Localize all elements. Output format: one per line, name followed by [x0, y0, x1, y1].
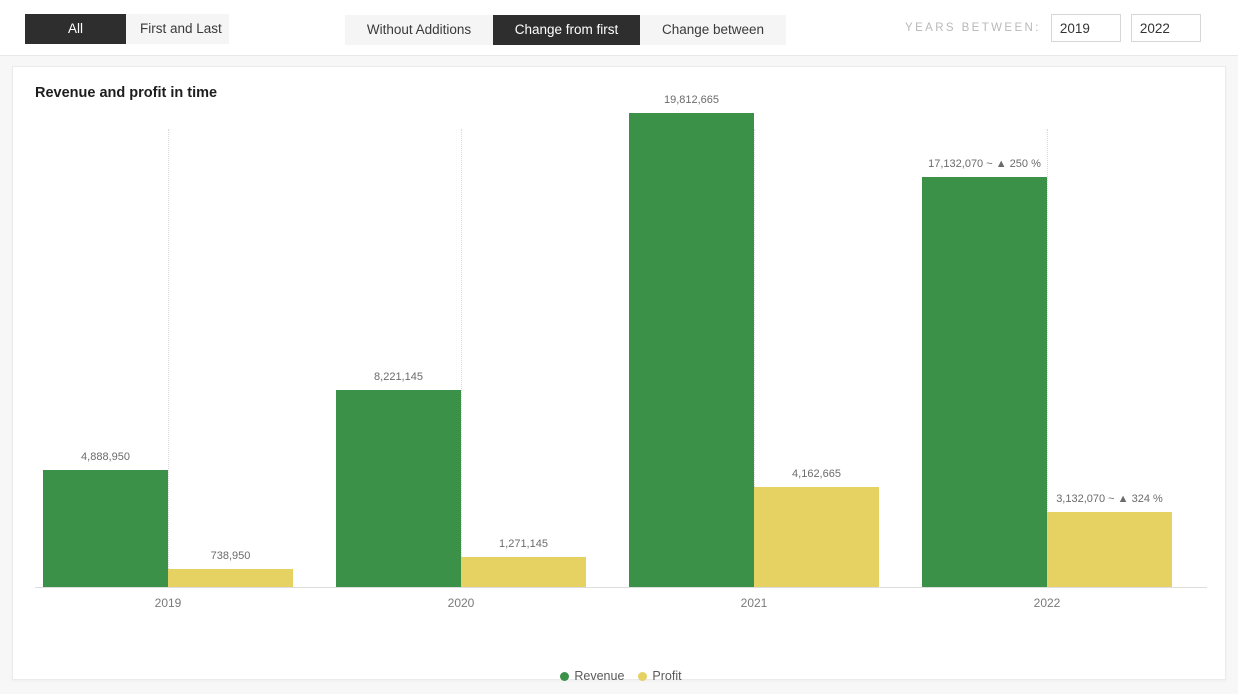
x-axis-tick-2019: 2019 [154, 596, 182, 610]
scope-option-first-and-last[interactable]: First and Last [126, 14, 229, 44]
mode-toggle-group: Without Additions Change from first Chan… [345, 15, 786, 45]
year-from-input[interactable] [1050, 14, 1121, 42]
chart-plot-area: 4,888,950 738,950 2019 8,221,145 1,271,145 20… [35, 94, 1207, 651]
x-axis-tick-2021: 2021 [740, 596, 768, 610]
bar-revenue-2022[interactable] [922, 177, 1047, 587]
years-between-filter: YEARS BETWEEN: [905, 14, 1201, 42]
card-title: Revenue and profit in time [35, 85, 218, 101]
year-to-input[interactable] [1130, 14, 1201, 42]
legend-item-revenue[interactable]: Revenue [560, 669, 624, 683]
bar-column-profit: 4,162,665 [754, 113, 879, 587]
legend-swatch-revenue-icon [560, 671, 570, 681]
bar-value-label: 8,221,145 [374, 371, 423, 383]
bar-group: 8,221,145 1,271,145 2020 [336, 113, 586, 610]
bar-group: 4,888,950 738,950 2019 [43, 113, 293, 610]
legend-label: Profit [652, 669, 682, 683]
mode-option-change-from-first[interactable]: Change from first [493, 15, 640, 45]
bar-group: 17,132,070 ~ ▲ 250 % 3,132,070 ~ ▲ 324 % 2… [922, 113, 1172, 610]
bar-value-label: 4,162,665 [792, 468, 841, 480]
bar-column-profit: 3,132,070 ~ ▲ 324 % [1047, 113, 1172, 587]
chart-card: Revenue and profit in time 4,888,950 738,… [12, 66, 1226, 683]
bar-value-label: 3,132,070 ~ ▲ 324 % [1056, 493, 1163, 505]
bar-column-profit: 1,271,145 [461, 113, 586, 587]
bar-revenue-2020[interactable] [336, 390, 461, 587]
revenue-profit-bar-chart: 4,888,950 738,950 2019 8,221,145 1,271,145 20… [35, 94, 1207, 683]
bar-profit-2020[interactable] [461, 557, 586, 587]
x-axis-line [35, 587, 1207, 588]
bar-group: 19,812,665 4,162,665 2021 [629, 94, 879, 610]
bar-value-label: 17,132,070 ~ ▲ 250 % [928, 158, 1041, 170]
x-axis-tick-2022: 2022 [1033, 596, 1061, 610]
bar-group-bars: 19,812,665 4,162,665 [629, 94, 879, 587]
bar-value-label: 4,888,950 [81, 451, 130, 463]
scope-toggle-group: All First and Last [25, 14, 229, 44]
bar-group-bars: 4,888,950 738,950 [43, 113, 293, 587]
bar-revenue-2019[interactable] [43, 470, 168, 587]
bar-value-label: 19,812,665 [663, 94, 720, 106]
bar-column-revenue: 19,812,665 [629, 94, 754, 587]
bar-value-label: 738,950 [210, 550, 251, 562]
bar-profit-2022[interactable] [1047, 512, 1172, 587]
legend-label: Revenue [574, 669, 625, 683]
bar-column-revenue: 17,132,070 ~ ▲ 250 % [922, 113, 1047, 587]
bar-group-bars: 17,132,070 ~ ▲ 250 % 3,132,070 ~ ▲ 324 % [922, 113, 1172, 587]
bar-revenue-2021[interactable] [629, 113, 754, 587]
bar-column-revenue: 8,221,145 [336, 113, 461, 587]
legend-swatch-profit-icon [638, 671, 648, 681]
scope-option-all[interactable]: All [25, 14, 126, 44]
bar-column-revenue: 4,888,950 [43, 113, 168, 587]
bar-column-profit: 738,950 [168, 113, 293, 587]
mode-option-without-additions[interactable]: Without Additions [345, 15, 493, 45]
top-toolbar: All First and Last Without Additions Cha… [0, 0, 1238, 56]
years-between-label: YEARS BETWEEN: [905, 22, 1041, 34]
x-axis-tick-2020: 2020 [447, 596, 475, 610]
legend-item-profit[interactable]: Profit [638, 669, 682, 683]
chart-legend: Revenue Profit [35, 669, 1207, 683]
mode-option-change-between[interactable]: Change between [640, 15, 786, 45]
bar-profit-2019[interactable] [168, 569, 293, 587]
bar-value-label: 1,271,145 [499, 538, 548, 550]
bar-profit-2021[interactable] [754, 487, 879, 587]
bar-group-bars: 8,221,145 1,271,145 [336, 113, 586, 587]
